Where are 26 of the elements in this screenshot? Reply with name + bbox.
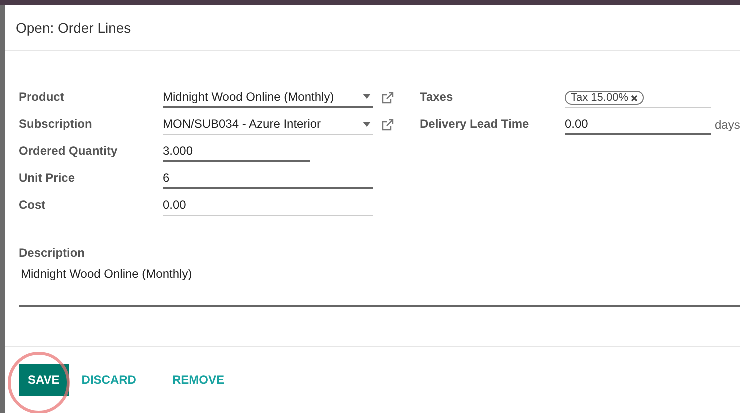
remove-icon xyxy=(631,94,638,102)
dropdown-field[interactable]: MON/SUB034 - Azure Interior xyxy=(163,114,373,135)
click-highlight xyxy=(8,352,70,413)
caret-icon xyxy=(363,94,371,99)
dropdown-field[interactable]: Midnight Wood Online (Monthly) xyxy=(163,87,373,108)
input-field[interactable]: 3.000 xyxy=(163,141,310,162)
tags-field[interactable]: Tax 15.00% xyxy=(565,87,711,108)
external-link-icon[interactable] xyxy=(382,118,394,130)
field-label: Cost xyxy=(19,197,47,214)
input-field[interactable]: 6 xyxy=(163,168,373,189)
field-label: Delivery Lead Time xyxy=(420,116,530,133)
field-label: Unit Price xyxy=(19,170,76,187)
external-link-icon[interactable] xyxy=(382,92,394,104)
tax-tag[interactable]: Tax 15.00% xyxy=(565,91,644,105)
field-label: Description xyxy=(19,245,86,260)
input-field[interactable]: 0.00 xyxy=(163,195,373,216)
save-button[interactable]: SAVE xyxy=(19,364,69,396)
field-label: Taxes xyxy=(420,89,454,106)
caret-icon xyxy=(363,122,371,126)
field-label: Subscription xyxy=(19,116,94,133)
description-field[interactable]: Midnight Wood Online (Monthly) xyxy=(19,262,740,307)
dialog-title: Open: Order Lines xyxy=(16,20,132,36)
field-label: Ordered Quantity xyxy=(19,143,119,160)
input-field[interactable]: 0.00 xyxy=(565,114,711,135)
field-label: Product xyxy=(19,89,66,106)
unit-label: days xyxy=(714,118,740,132)
